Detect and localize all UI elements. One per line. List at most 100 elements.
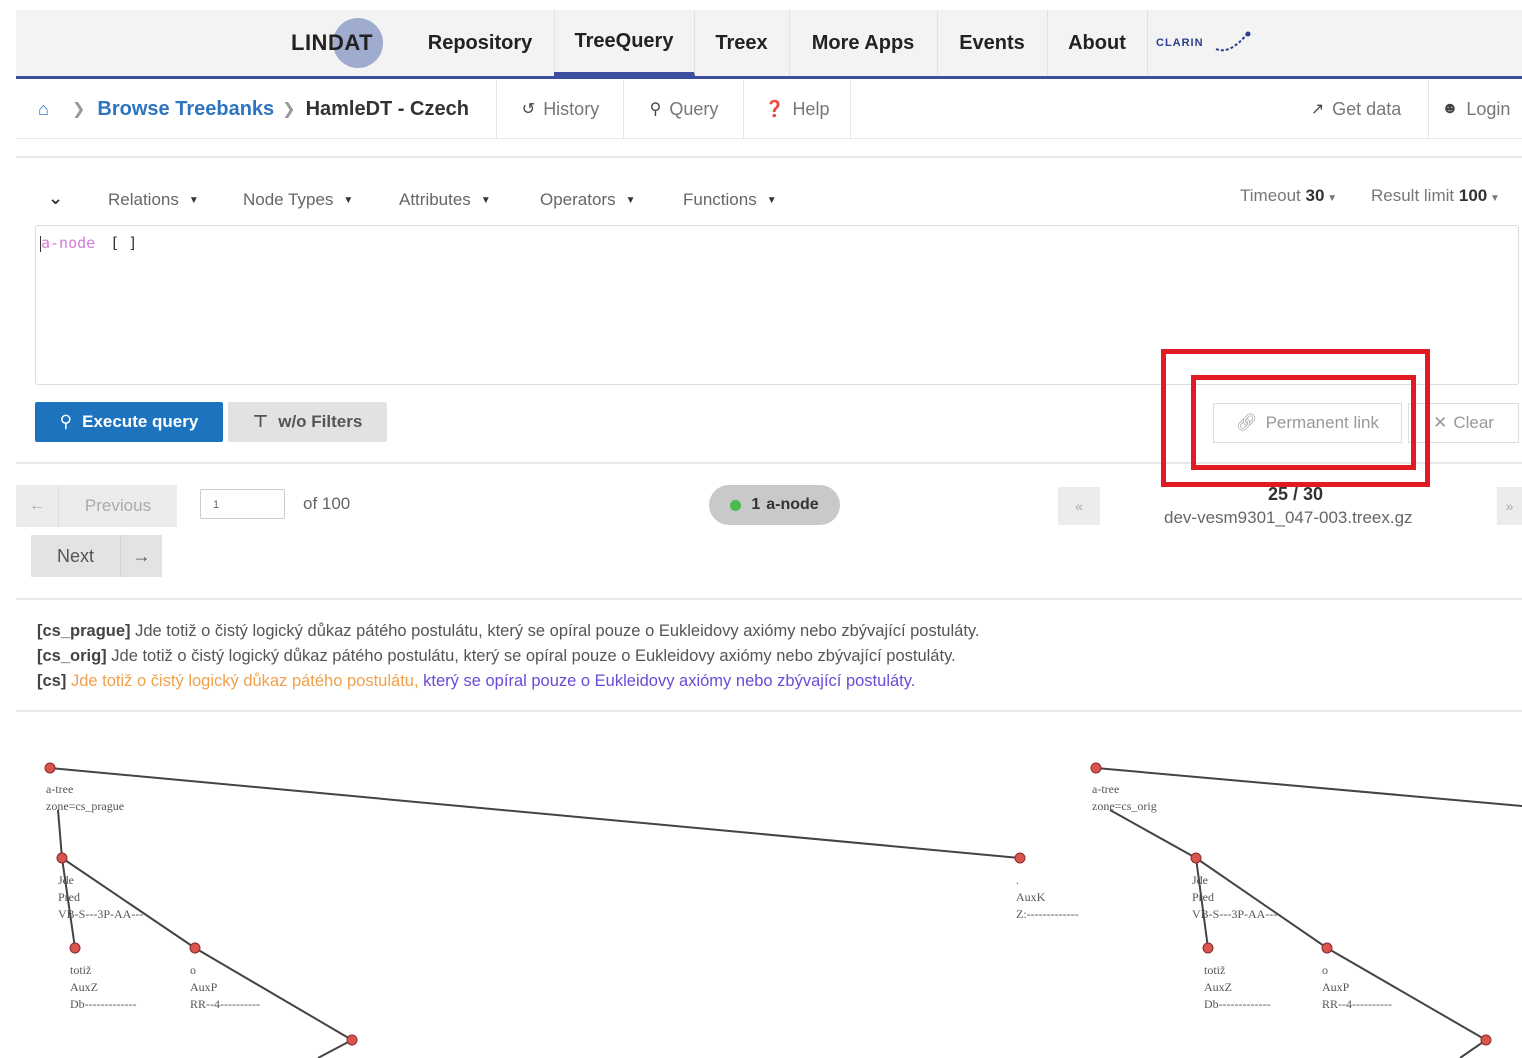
sentence-text-part1[interactable]: Jde totiž o čistý logický důkaz pátého p… [71,672,419,690]
node-label: totiž [70,963,91,977]
tree-edge [1095,767,1522,807]
timeout-label: Timeout [1240,186,1301,205]
highlight-box-inner [1191,375,1416,470]
help-icon: ❓ [764,101,785,118]
status-dot-icon [730,499,742,511]
query-button[interactable]: ⚲ Query [623,80,744,138]
home-icon[interactable]: ⌂ [38,80,49,138]
arrow-right-icon: → [120,535,162,577]
clarin-text: CLARIN [1156,37,1204,49]
next-tree-button[interactable]: » [1497,487,1522,525]
tree-node[interactable] [1090,762,1102,774]
sentence-text: Jde totiž o čistý logický důkaz pátého p… [111,647,956,665]
sentence-text: Jde totiž o čistý logický důkaz pátého p… [135,622,980,640]
tree-canvas: a-tree zone=cs_prague Jde Pred VB-S---3P… [44,762,1522,1058]
help-button[interactable]: ❓ Help [743,80,851,138]
get-data-label: Get data [1332,98,1402,119]
sentence-cs-orig: [cs_orig] Jde totiž o čistý logický důka… [37,647,956,666]
relations-dropdown[interactable]: Relations ▼ [108,188,199,212]
tree-edge [1195,857,1328,949]
previous-button[interactable]: ← Previous [16,485,177,527]
breadcrumb-browse-treebanks[interactable]: Browse Treebanks [97,98,274,121]
external-link-icon: ↗ [1310,101,1325,118]
tree-node[interactable] [189,942,201,954]
tree-node[interactable] [56,852,68,864]
sentence-cs-prague: [cs_prague] Jde totiž o čistý logický dů… [37,622,980,641]
tree-node[interactable] [44,762,56,774]
execute-query-button[interactable]: ⚲ Execute query [35,402,223,442]
node-label: Db------------- [1204,997,1271,1011]
tree-node[interactable] [1014,852,1026,864]
chevron-right-icon: ❯ [72,101,86,118]
node-types-label: Node Types [243,190,334,209]
tree-edge [1109,809,1197,859]
breadcrumb-bar: ⌂ ❯ Browse Treebanks ❯ HamleDT - Czech ↺… [16,80,1522,139]
result-limit-value: 100 [1458,186,1488,205]
node-label: o [1322,963,1328,977]
tree-node[interactable] [346,1034,358,1046]
tree-node[interactable] [69,942,81,954]
timeout-value: 30 [1305,186,1325,205]
node-label: Jde [1192,873,1208,887]
node-label: AuxP [1322,980,1350,994]
tree-node[interactable] [1480,1034,1492,1046]
previous-tree-button[interactable]: « [1058,487,1100,525]
node-label: a-tree [1092,782,1119,796]
node-label: Jde [58,873,74,887]
node-label: a-tree [46,782,73,796]
search-icon: ⚲ [59,412,73,431]
node-label: Db------------- [70,997,137,1011]
tree-node[interactable] [1321,942,1333,954]
clarin-logo[interactable]: CLARIN [1156,10,1276,76]
nav-events[interactable]: Events [937,10,1048,76]
caret-down-icon: ▼ [343,194,354,206]
caret-down-icon: ▼ [1324,193,1338,204]
collapse-chevron-icon[interactable]: ⌄ [48,188,63,209]
history-label: History [543,98,600,119]
operators-dropdown[interactable]: Operators ▼ [540,188,636,212]
node-label: RR--4---------- [190,997,260,1011]
divider [16,156,1522,158]
tree-edge [49,767,1021,859]
timeout-dropdown[interactable]: Timeout 30 ▼ [1240,186,1337,206]
page-number-input[interactable]: 1 [200,489,285,519]
operators-label: Operators [540,190,616,209]
node-label: AuxP [190,980,218,994]
caret-down-icon: ▼ [766,194,777,206]
lindat-logo[interactable]: LINDAT [291,16,383,70]
node-label: Z:------------- [1016,907,1079,921]
without-filters-button[interactable]: ⊤ w/o Filters [228,402,387,442]
result-limit-dropdown[interactable]: Result limit 100 ▼ [1371,186,1500,206]
tree-edge [317,1039,353,1058]
history-button[interactable]: ↺ History [496,80,624,138]
node-label: VB-S---3P-AA--- [58,907,143,921]
next-label: Next [56,545,94,566]
angle-left-icon: « [1075,498,1083,514]
sentence-tag: [cs_prague] [37,622,131,640]
node-label: o [190,963,196,977]
clarin-swirl-icon [1215,31,1251,52]
query-code: a-node [ ] [40,234,137,252]
nav-more-apps[interactable]: More Apps [789,10,938,76]
nav-treex[interactable]: Treex [694,10,790,76]
caret-down-icon: ▼ [480,194,491,206]
node-types-dropdown[interactable]: Node Types ▼ [243,188,353,212]
nav-repository[interactable]: Repository [406,10,555,76]
sentence-cs: [cs] Jde totiž o čistý logický důkaz pát… [37,672,915,691]
angle-right-icon: » [1505,498,1514,514]
node-count-badge[interactable]: 1 a-node [709,485,840,525]
nav-about[interactable]: About [1047,10,1148,76]
caret-down-icon: ▼ [625,194,636,206]
next-button[interactable]: Next → [31,535,162,577]
nav-treequery[interactable]: TreeQuery [554,10,695,76]
login-button[interactable]: ☻ Login [1428,80,1522,138]
file-name: dev-vesm9301_047-003.treex.gz [1164,508,1413,527]
query-keyword: a-node [41,234,96,252]
divider [16,598,1522,600]
tree-node[interactable] [1202,942,1214,954]
functions-dropdown[interactable]: Functions ▼ [683,188,777,212]
attributes-dropdown[interactable]: Attributes ▼ [399,188,491,212]
get-data-button[interactable]: ↗ Get data [1286,80,1426,138]
sentence-text-part2[interactable]: který se opíral pouze o Eukleidovy axióm… [423,672,915,690]
tree-node[interactable] [1190,852,1202,864]
